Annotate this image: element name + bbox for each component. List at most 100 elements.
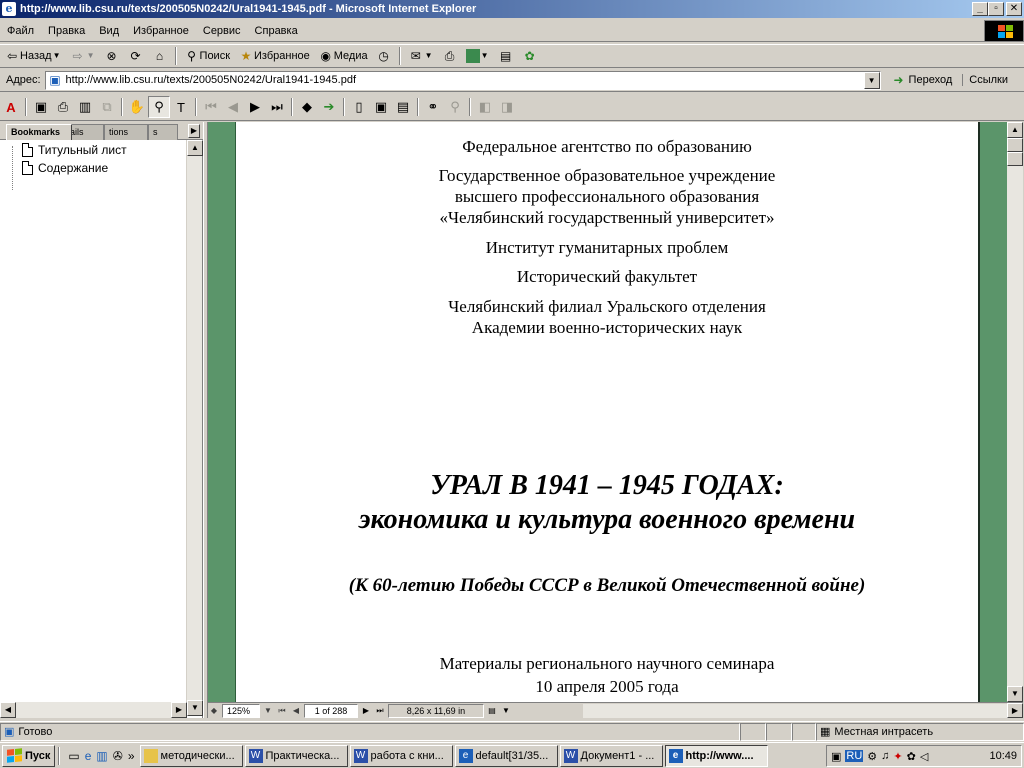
forward-button[interactable]: ⇨ ▼ <box>66 45 100 67</box>
navigation-vertical-scrollbar[interactable]: ▲ ▼ <box>186 140 203 716</box>
menu-help[interactable]: Справка <box>248 25 305 37</box>
rotate-right-button[interactable]: ◨ <box>496 96 518 118</box>
volume-icon[interactable]: ◁ <box>920 750 928 763</box>
search-pdf-button[interactable]: ⚲ <box>444 96 466 118</box>
settings-icon[interactable]: ⚙ <box>867 750 877 763</box>
mail-button[interactable]: ✉ ▼ <box>404 45 438 67</box>
print-pdf-button[interactable]: ⎙ <box>52 96 74 118</box>
taskbar-item[interactable]: методически... <box>139 744 243 767</box>
maximize-button[interactable]: ▫ <box>988 2 1004 16</box>
scroll-left-button[interactable]: ◀ <box>0 702 16 718</box>
taskbar-item[interactable]: W Практическа... <box>244 744 348 767</box>
antivirus-icon[interactable]: ✦ <box>893 750 902 763</box>
edit-button[interactable]: ▼ <box>462 45 494 67</box>
find-button[interactable]: ⚭ <box>422 96 444 118</box>
last-page-button[interactable]: ⏭ <box>266 96 288 118</box>
media-button[interactable]: ◉ Медиа <box>314 45 372 67</box>
menu-file[interactable]: Файл <box>0 25 41 37</box>
history-button[interactable]: ◷ <box>372 45 396 67</box>
go-forward-button[interactable]: ➔ <box>318 96 340 118</box>
taskbar-item-active[interactable]: e http://www.... <box>664 744 768 767</box>
last-page-icon[interactable]: ⏭ <box>374 704 386 718</box>
language-indicator[interactable]: RU <box>845 750 864 762</box>
tab-scroll-right-button[interactable]: ▶ <box>188 124 200 138</box>
links-button[interactable]: Ссылки <box>962 74 1014 86</box>
go-button[interactable]: ➜ Переход <box>887 72 957 88</box>
address-input[interactable]: ▣ http://www.lib.csu.ru/texts/200505N024… <box>44 70 881 90</box>
document-vertical-scrollbar[interactable]: ▲ ▼ <box>1007 122 1023 702</box>
bookmark-item[interactable]: Титульный лист <box>22 143 127 157</box>
media-player-icon[interactable]: ✇ <box>113 749 123 763</box>
navigation-horizontal-scrollbar[interactable]: ◀ ▶ <box>0 702 187 718</box>
favorites-button[interactable]: ★ Избранное <box>234 45 314 67</box>
first-page-icon[interactable]: ⏮ <box>276 704 288 718</box>
taskbar-item[interactable]: W работа с кни... <box>349 744 453 767</box>
document-view[interactable]: Федеральное агентство по образованию Гос… <box>208 122 1007 702</box>
acrobat-logo-icon[interactable]: A <box>0 96 22 118</box>
scroll-down-button[interactable]: ▼ <box>187 700 203 716</box>
network-icon[interactable]: ▣ <box>831 750 841 763</box>
next-page-button[interactable]: ▶ <box>244 96 266 118</box>
previous-page-icon[interactable]: ◀ <box>290 704 302 718</box>
next-page-icon[interactable]: ▶ <box>360 704 372 718</box>
refresh-button[interactable]: ⟳ <box>124 45 148 67</box>
search-button[interactable]: ⚲ Поиск <box>180 45 234 67</box>
page-layout-dropdown-button[interactable]: ▼ <box>500 704 512 718</box>
zoom-level-field[interactable]: 125% <box>222 704 260 718</box>
go-back-button[interactable]: ◆ <box>296 96 318 118</box>
dropdown-arrow-icon[interactable]: ▼ <box>52 48 62 64</box>
tab-signatures[interactable]: s <box>148 124 178 140</box>
home-button[interactable]: ⌂ <box>148 45 172 67</box>
show-desktop-icon[interactable]: ▭ <box>68 749 79 763</box>
text-select-tool-button[interactable]: T <box>170 96 192 118</box>
taskbar-item[interactable]: W Документ1 - ... <box>559 744 663 767</box>
scroll-thumb[interactable] <box>1007 138 1023 152</box>
close-button[interactable]: ✕ <box>1006 2 1022 16</box>
tab-bookmarks[interactable]: Bookmarks <box>6 124 72 140</box>
first-page-button[interactable]: ⏮ <box>200 96 222 118</box>
menu-favorites[interactable]: Избранное <box>126 25 196 37</box>
page-layout-icon[interactable]: ▤ <box>486 704 498 718</box>
messenger-button[interactable]: ✿ <box>518 45 542 67</box>
scroll-right-button[interactable]: ▶ <box>171 702 187 718</box>
copy-button[interactable]: ⧉ <box>96 96 118 118</box>
discuss-button[interactable]: ▤ <box>494 45 518 67</box>
scroll-down-button[interactable]: ▼ <box>1007 686 1023 702</box>
scroll-up-button[interactable]: ▲ <box>187 140 203 156</box>
split-view-icon[interactable]: ◆ <box>208 704 220 718</box>
back-button[interactable]: ⇦ Назад ▼ <box>0 45 66 67</box>
actual-size-button[interactable]: ▯ <box>348 96 370 118</box>
word-icon[interactable]: ▥ <box>96 749 107 763</box>
print-button[interactable]: ⎙ <box>438 45 462 67</box>
show-navigation-pane-button[interactable]: ▥ <box>74 96 96 118</box>
address-dropdown-button[interactable]: ▼ <box>863 71 880 89</box>
document-footer: Материалы регионального научного семинар… <box>439 654 775 673</box>
audio-icon[interactable]: ♫ <box>881 750 889 762</box>
menu-edit[interactable]: Правка <box>41 25 92 37</box>
fit-width-button[interactable]: ▤ <box>392 96 414 118</box>
menu-tools[interactable]: Сервис <box>196 25 248 37</box>
page-number-field[interactable]: 1 of 288 <box>304 704 358 718</box>
stop-button[interactable]: ⊗ <box>100 45 124 67</box>
scroll-up-button[interactable]: ▲ <box>1007 122 1023 138</box>
internet-explorer-icon[interactable]: e <box>85 749 92 763</box>
scroll-page-marker[interactable] <box>1007 152 1023 166</box>
document-horizontal-scrollbar[interactable]: ▶ <box>583 703 1023 718</box>
window-title-bar[interactable]: e http://www.lib.csu.ru/texts/200505N024… <box>0 0 1024 18</box>
menu-view[interactable]: Вид <box>92 25 126 37</box>
scroll-right-button[interactable]: ▶ <box>1007 703 1023 718</box>
messenger-icon[interactable]: ✿ <box>907 750 916 763</box>
more-quick-launch-icon[interactable]: » <box>128 749 135 763</box>
fit-page-button[interactable]: ▣ <box>370 96 392 118</box>
save-button[interactable]: ▣ <box>30 96 52 118</box>
minimize-button[interactable]: _ <box>972 2 988 16</box>
hand-tool-button[interactable]: ✋ <box>126 96 148 118</box>
taskbar-item[interactable]: e default[31/35... <box>454 744 558 767</box>
zoom-tool-button[interactable]: ⚲ <box>148 96 170 118</box>
zoom-dropdown-button[interactable]: ▼ <box>262 704 274 718</box>
rotate-left-button[interactable]: ◧ <box>474 96 496 118</box>
start-button[interactable]: Пуск <box>2 744 56 767</box>
previous-page-button[interactable]: ◀ <box>222 96 244 118</box>
bookmark-item[interactable]: Содержание <box>22 161 108 175</box>
tab-annotations[interactable]: tions <box>104 124 148 140</box>
